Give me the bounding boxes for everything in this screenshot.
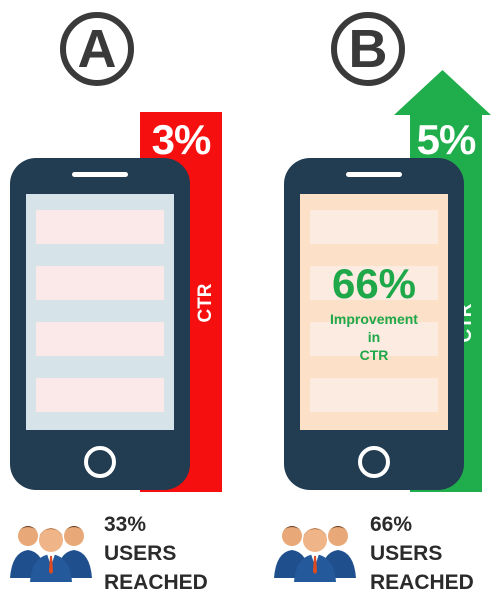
users-line2-b: USERS [370,542,443,565]
arrow-up-icon [394,70,491,115]
content-row [36,378,164,412]
home-button-icon [358,446,390,478]
phone-a-speaker [72,172,128,177]
content-row [310,210,438,244]
content-row [36,210,164,244]
users-line3-b: REACHED [370,571,474,594]
improvement-line3: CTR [359,347,389,363]
users-reached-b: 66% USERS REACHED [370,510,490,597]
improvement-label: Improvement in CTR [300,310,448,364]
users-group-icon [274,516,356,582]
content-row [36,266,164,300]
users-line2-a: USERS [104,542,177,565]
users-group-icon [10,516,92,582]
variant-a-badge: A [60,12,134,86]
content-row [36,322,164,356]
home-button-icon [84,446,116,478]
ctr-label-a: CTR [195,283,216,323]
phone-b-speaker [346,172,402,177]
improvement-line1: Improvement [330,311,418,327]
variant-a-letter: A [77,19,117,79]
phone-b: 66% Improvement in CTR [284,158,464,490]
improvement-line2: in [367,329,381,345]
users-pct-a: 33% [104,513,147,536]
phone-a-screen [26,194,174,430]
ctr-value-b: 5% [416,116,477,163]
users-line3-a: REACHED [104,571,208,594]
improvement-value: 66% [331,260,417,307]
ctr-value-a: 3% [151,116,212,163]
variant-b-letter: B [348,19,388,79]
phone-a [10,158,190,490]
content-row [310,378,438,412]
phone-b-screen: 66% Improvement in CTR [300,194,448,430]
users-pct-b: 66% [370,513,413,536]
users-reached-a: 33% USERS REACHED [104,510,234,597]
